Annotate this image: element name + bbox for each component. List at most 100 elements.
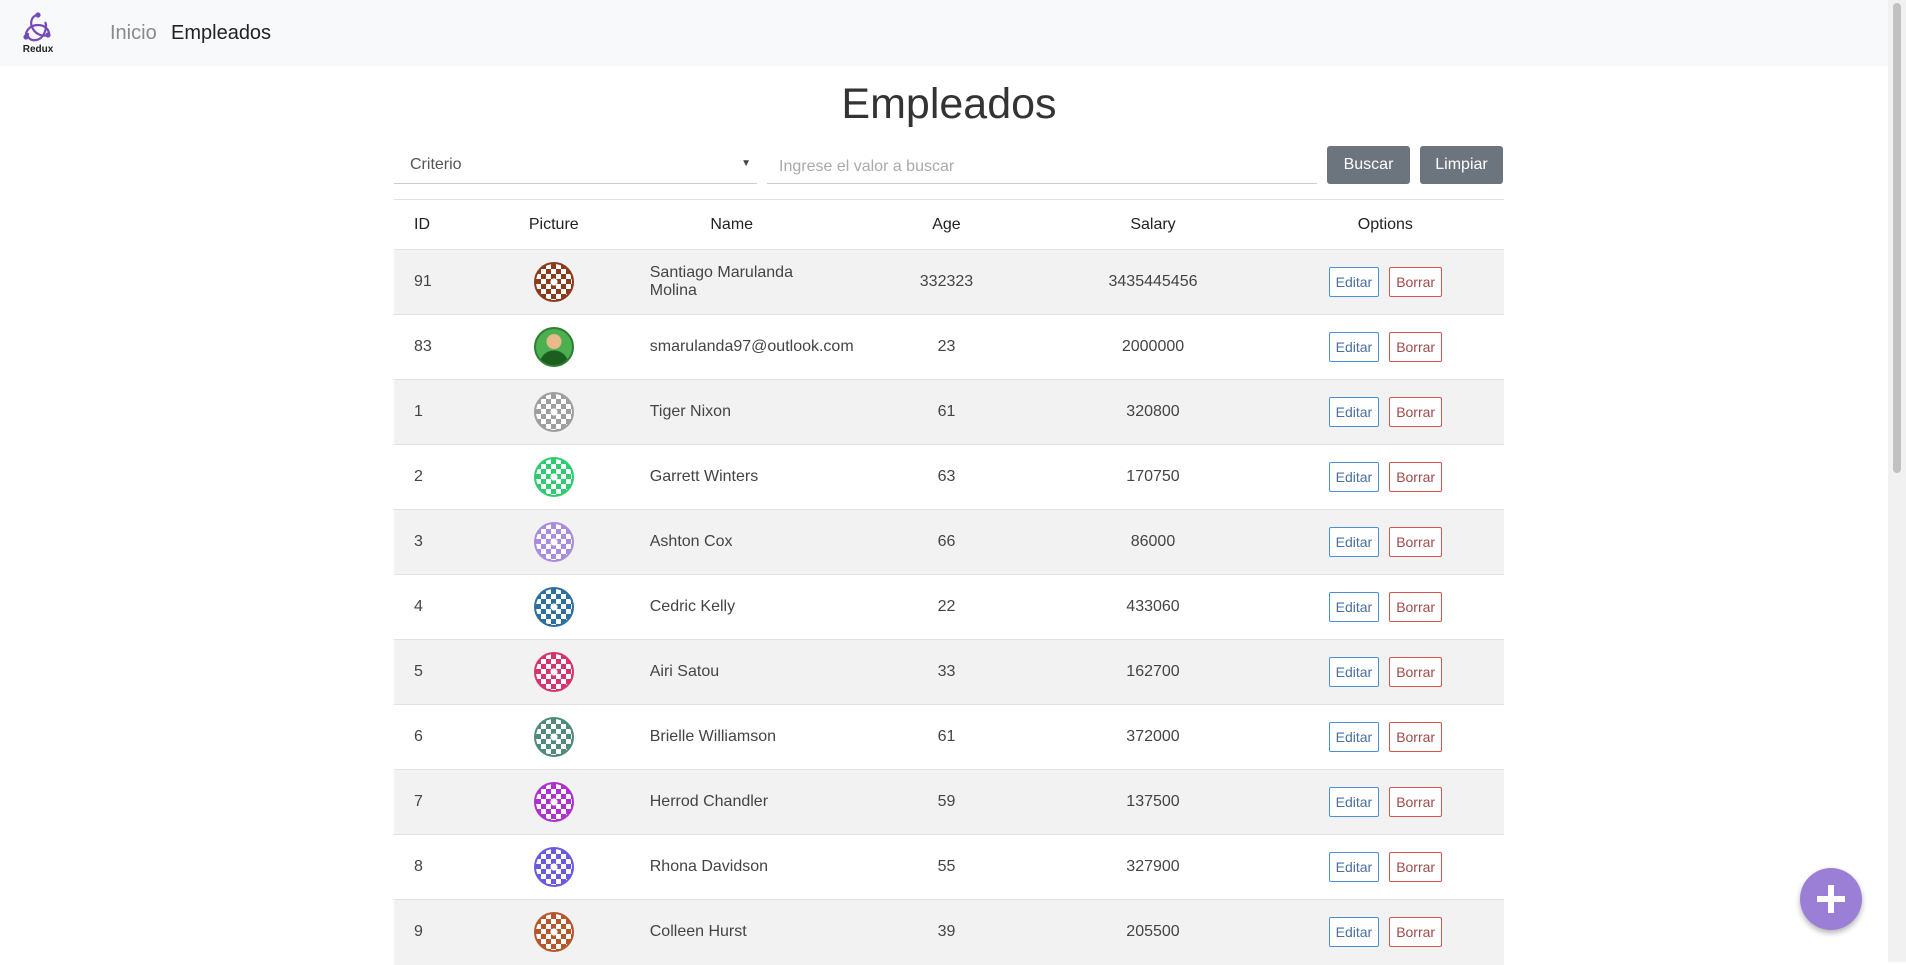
cell-id: 2 — [394, 444, 498, 510]
table-header-row: ID Picture Name Age Salary Options — [394, 199, 1504, 250]
cell-name: Santiago Marulanda Molina — [609, 249, 854, 315]
cell-salary: 327900 — [1039, 834, 1267, 900]
cell-picture — [497, 379, 610, 445]
cell-age: 55 — [853, 834, 1040, 900]
table-row: 1 Tiger Nixon 61 320800 Editar Borrar — [394, 379, 1504, 445]
criterio-select[interactable]: Criterio ▼ — [394, 150, 757, 184]
cell-options: Editar Borrar — [1266, 574, 1504, 640]
avatar — [533, 587, 574, 627]
nav-link-empleados[interactable]: Empleados — [171, 22, 271, 45]
edit-button[interactable]: Editar — [1328, 917, 1380, 948]
delete-button[interactable]: Borrar — [1389, 917, 1443, 948]
cell-name: Airi Satou — [609, 639, 854, 705]
cell-options: Editar Borrar — [1266, 639, 1504, 705]
edit-button[interactable]: Editar — [1328, 462, 1380, 492]
avatar — [533, 262, 574, 302]
edit-button[interactable]: Editar — [1328, 332, 1380, 362]
cell-name: smarulanda97@outlook.com — [609, 314, 854, 380]
cell-options: Editar Borrar — [1266, 249, 1504, 315]
cell-picture — [497, 574, 610, 640]
cell-options: Editar Borrar — [1266, 769, 1504, 835]
cell-id: 8 — [394, 834, 498, 900]
nav-link-inicio[interactable]: Inicio — [110, 22, 157, 45]
cell-id: 6 — [394, 704, 498, 770]
cell-options: Editar Borrar — [1266, 704, 1504, 770]
add-employee-button[interactable] — [1800, 868, 1862, 930]
cell-id: 5 — [394, 639, 498, 705]
edit-button[interactable]: Editar — [1328, 397, 1380, 427]
edit-button[interactable]: Editar — [1328, 267, 1380, 297]
edit-button[interactable]: Editar — [1328, 592, 1380, 622]
header-picture: Picture — [497, 199, 610, 250]
avatar — [533, 392, 574, 432]
cell-id: 9 — [394, 899, 498, 965]
caret-down-icon: ▼ — [741, 158, 751, 169]
cell-id: 3 — [394, 509, 498, 575]
delete-button[interactable]: Borrar — [1389, 332, 1443, 362]
logo-text: Redux — [22, 44, 54, 55]
avatar — [533, 717, 574, 757]
cell-age: 63 — [853, 444, 1040, 510]
delete-button[interactable]: Borrar — [1389, 722, 1443, 752]
delete-button[interactable]: Borrar — [1389, 852, 1443, 882]
cell-options: Editar Borrar — [1266, 314, 1504, 380]
cell-salary: 170750 — [1039, 444, 1267, 510]
cell-name: Tiger Nixon — [609, 379, 854, 445]
cell-salary: 320800 — [1039, 379, 1267, 445]
cell-age: 23 — [853, 314, 1040, 380]
cell-options: Editar Borrar — [1266, 379, 1504, 445]
limpiar-button[interactable]: Limpiar — [1420, 146, 1503, 184]
cell-salary: 372000 — [1039, 704, 1267, 770]
avatar — [533, 327, 574, 367]
cell-picture — [497, 249, 610, 315]
cell-id: 7 — [394, 769, 498, 835]
edit-button[interactable]: Editar — [1328, 657, 1380, 687]
avatar — [533, 782, 574, 822]
table-row: 4 Cedric Kelly 22 433060 Editar Borrar — [394, 574, 1504, 640]
edit-button[interactable]: Editar — [1328, 722, 1380, 752]
edit-button[interactable]: Editar — [1328, 527, 1380, 557]
table-row: 2 Garrett Winters 63 170750 Editar Borrar — [394, 444, 1504, 510]
delete-button[interactable]: Borrar — [1389, 657, 1443, 687]
edit-button[interactable]: Editar — [1328, 787, 1380, 817]
cell-picture — [497, 314, 610, 380]
table-row: 91 Santiago Marulanda Molina 332323 3435445… — [394, 249, 1504, 315]
delete-button[interactable]: Borrar — [1389, 462, 1443, 492]
redux-logo-icon[interactable]: Redux — [20, 11, 56, 55]
cell-age: 59 — [853, 769, 1040, 835]
cell-age: 33 — [853, 639, 1040, 705]
cell-picture — [497, 834, 610, 900]
table-row: 8 Rhona Davidson 55 327900 Editar Borrar — [394, 834, 1504, 900]
cell-salary: 86000 — [1039, 509, 1267, 575]
cell-picture — [497, 509, 610, 575]
cell-age: 39 — [853, 899, 1040, 965]
edit-button[interactable]: Editar — [1328, 852, 1380, 882]
cell-salary: 2000000 — [1039, 314, 1267, 380]
cell-age: 22 — [853, 574, 1040, 640]
cell-picture — [497, 444, 610, 510]
cell-picture — [497, 899, 610, 965]
search-input[interactable] — [767, 150, 1317, 184]
buscar-button[interactable]: Buscar — [1327, 146, 1410, 184]
cell-salary: 162700 — [1039, 639, 1267, 705]
table-row: 5 Airi Satou 33 162700 Editar Borrar — [394, 639, 1504, 705]
table-row: 6 Brielle Williamson 61 372000 Editar Borrar — [394, 704, 1504, 770]
header-id: ID — [394, 199, 498, 250]
delete-button[interactable]: Borrar — [1389, 592, 1443, 622]
avatar — [533, 652, 574, 692]
scrollbar-thumb[interactable] — [1893, 3, 1901, 473]
table-row: 7 Herrod Chandler 59 137500 Editar Borrar — [394, 769, 1504, 835]
delete-button[interactable]: Borrar — [1389, 787, 1443, 817]
cell-options: Editar Borrar — [1266, 509, 1504, 575]
delete-button[interactable]: Borrar — [1389, 397, 1443, 427]
cell-salary: 3435445456 — [1039, 249, 1267, 315]
cell-salary: 205500 — [1039, 899, 1267, 965]
cell-picture — [497, 769, 610, 835]
plus-icon — [1817, 885, 1845, 913]
scrollbar[interactable] — [1888, 0, 1906, 962]
delete-button[interactable]: Borrar — [1389, 527, 1443, 557]
header-age: Age — [853, 199, 1040, 250]
delete-button[interactable]: Borrar — [1389, 267, 1443, 297]
cell-name: Cedric Kelly — [609, 574, 854, 640]
cell-salary: 433060 — [1039, 574, 1267, 640]
